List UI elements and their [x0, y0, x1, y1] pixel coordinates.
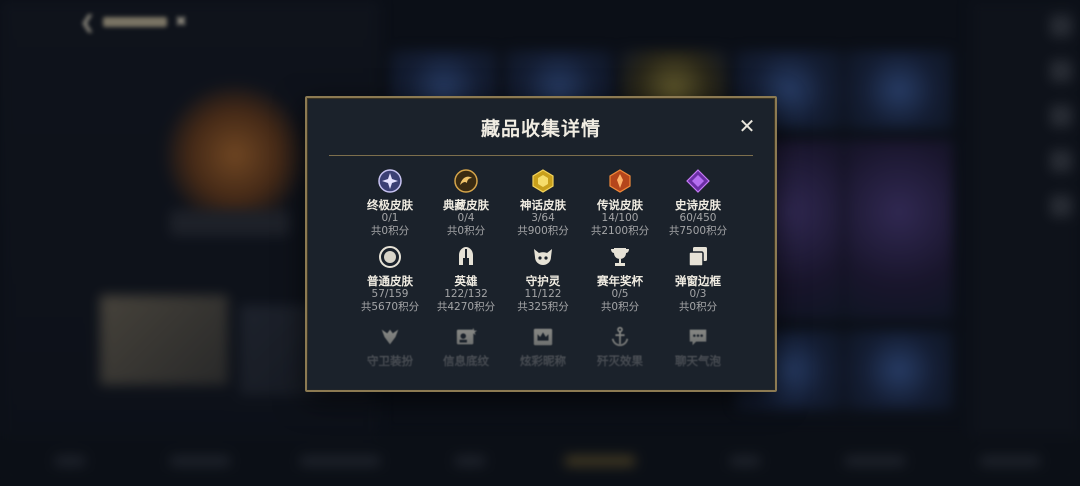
- item-label: 典藏皮肤: [443, 198, 489, 212]
- collector-skin-icon: [453, 168, 479, 194]
- collection-item-legendary-skin[interactable]: 传说皮肤 14/100 共2100积分: [579, 168, 661, 238]
- chat-bubble-icon: [685, 324, 711, 350]
- collection-item-anchor-effect[interactable]: 歼灭效果: [579, 324, 661, 368]
- item-label: 守护灵: [525, 274, 561, 288]
- epic-skin-icon: [685, 168, 711, 194]
- collection-item-ultimate-skin[interactable]: 终极皮肤 0/1 共0积分: [349, 168, 431, 238]
- background-close-icon: ✖: [175, 14, 187, 30]
- collection-item-mythic-skin[interactable]: 神话皮肤 3/64 共900积分: [502, 168, 584, 238]
- collection-item-guardian-spirit[interactable]: 守护灵 11/122 共325积分: [502, 244, 584, 314]
- item-count: 57/159: [371, 288, 409, 300]
- collection-item-hero[interactable]: 英雄 122/132 共4270积分: [425, 244, 507, 314]
- item-label: 弹窗边框: [675, 274, 721, 288]
- item-points: 共0积分: [370, 225, 410, 237]
- item-count: 3/64: [531, 212, 555, 224]
- collection-item-profile-card[interactable]: 信息底纹: [425, 324, 507, 368]
- item-label: 聊天气泡: [675, 354, 721, 368]
- item-label: 英雄: [454, 274, 478, 288]
- item-label: 炫彩昵称: [520, 354, 566, 368]
- item-points: 共0积分: [600, 301, 640, 313]
- collection-item-chat-bubble[interactable]: 聊天气泡: [657, 324, 739, 368]
- legendary-skin-icon: [607, 168, 633, 194]
- mythic-skin-icon: [530, 168, 556, 194]
- ultimate-skin-icon: [377, 168, 403, 194]
- item-label: 史诗皮肤: [675, 198, 721, 212]
- item-points: 共5670积分: [360, 301, 420, 313]
- item-points: 共2100积分: [590, 225, 650, 237]
- item-count: 0/4: [457, 212, 475, 224]
- background-tile: [845, 50, 953, 130]
- normal-skin-icon: [377, 244, 403, 270]
- hero-helmet-icon: [453, 244, 479, 270]
- background-medal: [165, 85, 305, 225]
- item-label: 歼灭效果: [597, 354, 643, 368]
- item-count: 11/122: [524, 288, 562, 300]
- season-trophy-icon: [607, 244, 633, 270]
- dialog-title: 藏品收集详情: [480, 118, 601, 140]
- collection-item-season-trophy[interactable]: 赛年奖杯 0/5 共0积分: [579, 244, 661, 314]
- close-icon[interactable]: ✕: [737, 116, 757, 136]
- collection-item-barrage-frame[interactable]: 弹窗边框 0/3 共0积分: [657, 244, 739, 314]
- background-name-plate: [170, 210, 290, 236]
- background-tile: [845, 330, 953, 410]
- item-points: 共0积分: [678, 301, 718, 313]
- collection-item-normal-skin[interactable]: 普通皮肤 57/159 共5670积分: [349, 244, 431, 314]
- profile-card-icon: [453, 324, 479, 350]
- background-tile: [845, 140, 953, 320]
- item-count: 0/5: [611, 288, 629, 300]
- item-count: 60/450: [679, 212, 717, 224]
- item-points: 共7500积分: [668, 225, 728, 237]
- collection-item-guardian-outfit[interactable]: 守卫装扮: [349, 324, 431, 368]
- item-count: 122/132: [444, 288, 488, 300]
- crown-title-icon: [530, 324, 556, 350]
- background-top-bar: ❮ ✖: [80, 10, 187, 34]
- item-label: 传说皮肤: [597, 198, 643, 212]
- item-label: 终极皮肤: [367, 198, 413, 212]
- item-label: 神话皮肤: [520, 198, 566, 212]
- item-label: 赛年奖杯: [597, 274, 643, 288]
- collection-item-epic-skin[interactable]: 史诗皮肤 60/450 共7500积分: [657, 168, 739, 238]
- item-label: 信息底纹: [443, 354, 489, 368]
- item-label: 普通皮肤: [367, 274, 413, 288]
- guardian-outfit-icon: [377, 324, 403, 350]
- item-points: 共0积分: [446, 225, 486, 237]
- collection-details-dialog: 藏品收集详情 ✕ 终极皮肤 0/1 共0积分 典藏皮肤 0/4 共0积分 神话皮…: [305, 96, 777, 392]
- item-count: 0/1: [381, 212, 399, 224]
- collection-item-collector-skin[interactable]: 典藏皮肤 0/4 共0积分: [425, 168, 507, 238]
- guardian-spirit-icon: [530, 244, 556, 270]
- barrage-frame-icon: [685, 244, 711, 270]
- anchor-effect-icon: [607, 324, 633, 350]
- item-points: 共900积分: [517, 225, 569, 237]
- item-count: 14/100: [601, 212, 639, 224]
- item-count: 0/3: [689, 288, 707, 300]
- collection-item-crown-title[interactable]: 炫彩昵称: [502, 324, 584, 368]
- item-points: 共4270积分: [436, 301, 496, 313]
- background-title-blur: [103, 17, 168, 27]
- back-arrow-icon: ❮: [80, 11, 96, 33]
- title-divider: [329, 155, 753, 156]
- item-label: 守卫装扮: [367, 354, 413, 368]
- background-bottom-nav: [0, 436, 1080, 486]
- background-right-rail: [970, 0, 1080, 486]
- background-card: [100, 295, 228, 385]
- item-points: 共325积分: [517, 301, 569, 313]
